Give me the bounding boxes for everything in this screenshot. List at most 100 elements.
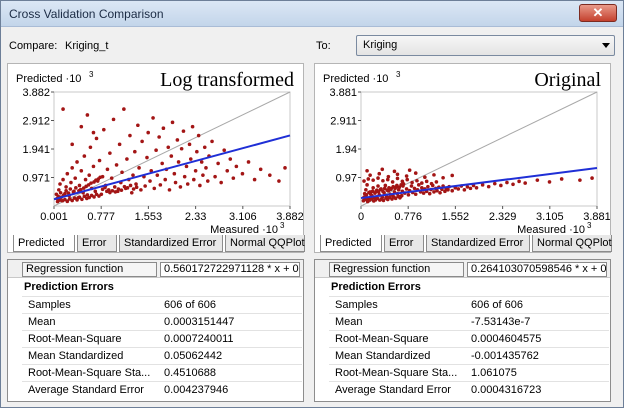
data-point xyxy=(129,191,134,195)
row-divider xyxy=(22,364,302,365)
tab-standardized-error[interactable]: Standardized Error xyxy=(426,235,530,252)
tab-normal-qqplot[interactable]: Normal QQPlot xyxy=(225,235,305,252)
tab-normal-qqplot[interactable]: Normal QQPlot xyxy=(532,235,612,252)
data-point xyxy=(64,185,68,189)
data-point xyxy=(117,142,122,147)
window-title: Cross Validation Comparison xyxy=(9,7,164,21)
data-point xyxy=(70,142,74,147)
data-point xyxy=(179,146,184,151)
data-point xyxy=(400,179,405,184)
stat-value-samples: 606 of 606 xyxy=(471,299,523,311)
stat-name-mean-standardized: Mean Standardized xyxy=(335,350,431,362)
data-point xyxy=(404,174,409,178)
data-point xyxy=(380,167,385,172)
data-point xyxy=(590,176,594,180)
data-point xyxy=(409,184,414,188)
data-point xyxy=(578,178,582,182)
data-point xyxy=(559,177,564,181)
data-point xyxy=(456,187,461,191)
x-tick-label: 3.105 xyxy=(536,211,564,223)
data-point xyxy=(91,130,96,135)
stat-name-rms-standardized: Root-Mean-Square Sta... xyxy=(335,367,458,379)
data-point xyxy=(240,171,245,176)
data-point xyxy=(131,187,136,191)
stat-value-rms: 0.0007240011 xyxy=(164,333,234,345)
data-point xyxy=(158,183,163,187)
tab-predicted[interactable]: Predicted xyxy=(320,235,382,252)
data-point xyxy=(172,171,177,176)
data-point xyxy=(152,186,157,191)
data-point xyxy=(146,130,150,135)
data-point xyxy=(134,185,139,190)
data-point xyxy=(277,179,281,183)
stat-name-mean-standardized: Mean Standardized xyxy=(28,350,124,362)
data-point xyxy=(128,183,133,188)
data-point xyxy=(462,188,467,192)
regression-value[interactable]: 0.264103070598546 * x + 0.27014568824041… xyxy=(467,262,607,277)
data-point xyxy=(74,186,78,190)
data-point xyxy=(102,127,106,132)
x-tick-label: 0.001 xyxy=(40,211,68,223)
data-point xyxy=(182,174,187,179)
data-point xyxy=(166,145,171,150)
title-bar: Cross Validation Comparison ✕ xyxy=(1,1,623,27)
data-point xyxy=(79,168,84,173)
data-point xyxy=(434,180,439,184)
row-divider xyxy=(22,330,302,331)
compare-label: Compare: xyxy=(9,40,58,52)
data-point xyxy=(97,158,102,163)
data-point xyxy=(213,174,217,179)
y-tick-label: 1.94 xyxy=(336,144,357,156)
data-point xyxy=(371,185,375,190)
data-point xyxy=(365,183,369,187)
stat-value-rms: 0.0004604575 xyxy=(471,333,542,345)
data-point xyxy=(133,149,137,154)
data-point xyxy=(198,183,202,188)
y-tick-label: 2.912 xyxy=(22,115,50,127)
chevron-down-icon[interactable] xyxy=(602,43,610,48)
data-point xyxy=(432,173,436,177)
tab-predicted[interactable]: Predicted xyxy=(13,235,75,252)
y-tick-label: 0.971 xyxy=(22,173,50,185)
row-divider xyxy=(22,313,302,314)
tab-error[interactable]: Error xyxy=(77,235,117,252)
data-point xyxy=(234,164,239,169)
data-point xyxy=(388,187,393,192)
row-divider xyxy=(329,330,609,331)
data-point xyxy=(111,117,116,122)
data-point xyxy=(499,183,503,188)
data-point xyxy=(92,195,96,199)
y-axis-label: Predicted ·10 xyxy=(16,73,81,85)
data-point xyxy=(368,173,372,177)
data-point xyxy=(176,160,181,164)
y-tick-label: 3.881 xyxy=(329,87,357,99)
data-point xyxy=(421,191,426,195)
data-point xyxy=(395,176,400,181)
data-point xyxy=(122,107,126,111)
data-point xyxy=(438,190,442,195)
scatter-plot-right: Predicted ·10 3 Original 0.97 1.94 2.911 3.881… xyxy=(323,69,610,236)
data-point xyxy=(407,168,412,172)
tab-standardized-error[interactable]: Standardized Error xyxy=(119,235,223,252)
data-point xyxy=(131,173,135,177)
data-point xyxy=(79,124,84,129)
data-point xyxy=(446,188,450,192)
regression-label: Regression function xyxy=(329,262,464,277)
data-point xyxy=(169,154,174,158)
tab-error[interactable]: Error xyxy=(384,235,424,252)
data-point xyxy=(486,184,491,189)
x-tick-label: 0.777 xyxy=(87,211,115,223)
regression-value[interactable]: 0.560172722971128 * x + 0.23018314843794… xyxy=(160,262,300,277)
data-point xyxy=(173,180,178,185)
to-model-select[interactable]: Kriging xyxy=(356,35,615,56)
close-button[interactable]: ✕ xyxy=(579,4,617,22)
data-point xyxy=(268,173,272,177)
data-point xyxy=(381,178,385,183)
data-point xyxy=(547,180,552,184)
data-point xyxy=(61,177,65,182)
data-point xyxy=(426,184,430,189)
x-tick-label: 3.106 xyxy=(229,211,257,223)
x-axis-scale-exponent: 3 xyxy=(587,221,592,230)
statistics-grid-left: Regression function 0.560172722971128 * … xyxy=(7,259,304,402)
data-point xyxy=(145,155,149,160)
